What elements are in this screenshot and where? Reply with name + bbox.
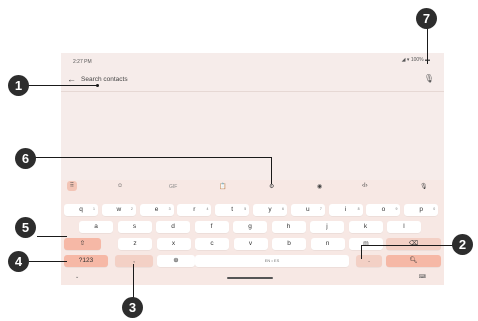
status-bar: 2:27 PM ◢ ▾ 100% ▬ [61, 53, 444, 67]
key-number-hint: 1 [93, 207, 95, 211]
key-v[interactable]: v [233, 238, 268, 250]
key-n[interactable]: n [310, 238, 345, 250]
key-r[interactable]: r4 [177, 204, 212, 216]
key-w[interactable]: w2 [101, 204, 136, 216]
search-bar: ← Search contacts 🎙 [61, 69, 444, 92]
key-e[interactable]: e3 [139, 204, 174, 216]
apps-grid-icon[interactable]: ⠿ [67, 181, 77, 191]
key-t[interactable]: t5 [215, 204, 250, 216]
key-z[interactable]: z [118, 238, 152, 250]
cursor-control-icon[interactable]: ‹I› [362, 183, 368, 189]
key-number-hint: 5 [244, 207, 247, 211]
key-number-hint: 8 [357, 207, 360, 211]
back-arrow-icon[interactable]: ← [67, 74, 76, 84]
search-input[interactable]: Search contacts [81, 76, 128, 83]
callout-4-line [29, 261, 67, 262]
callout-6-line [35, 157, 272, 158]
key-y[interactable]: y6 [253, 204, 287, 216]
key-g[interactable]: g [233, 221, 267, 233]
sticker-icon[interactable]: ☺ [117, 183, 123, 189]
chevron-down-icon[interactable]: ⌄ [75, 274, 79, 280]
key-f[interactable]: f [194, 221, 229, 233]
key-number-hint: 4 [206, 207, 209, 211]
settings-gear-icon[interactable]: ⚙ [269, 183, 274, 190]
symbols-key[interactable]: ?123 [64, 255, 108, 267]
callout-2-line [361, 245, 454, 246]
callout-6-drop [271, 157, 272, 184]
shift-key[interactable]: ⇧ [64, 238, 101, 250]
callout-1-line [28, 85, 98, 86]
key-number-hint: 3 [168, 207, 171, 211]
key-j[interactable]: j [310, 221, 344, 233]
key-m[interactable]: m [349, 238, 383, 250]
callout-7: 7 [416, 8, 437, 29]
key-i[interactable]: i8 [328, 204, 363, 216]
navigation-bar: ⌄ ⌨ [61, 274, 444, 285]
key-l[interactable]: l [387, 221, 421, 233]
theme-palette-icon[interactable]: ◉ [317, 183, 322, 190]
key-p[interactable]: p0 [404, 204, 439, 216]
keyboard-switch-icon[interactable]: ⌨ [419, 274, 426, 280]
key-number-hint: 6 [282, 207, 284, 211]
key-q[interactable]: q1 [64, 204, 98, 216]
key-d[interactable]: d [156, 221, 190, 233]
space-key[interactable]: EN • ES [195, 255, 349, 267]
callout-1-dot [96, 84, 99, 87]
callout-6: 6 [15, 148, 36, 169]
period-key[interactable]: . [356, 255, 382, 267]
battery-level: 100% [410, 57, 424, 63]
key-s[interactable]: s [117, 221, 152, 233]
key-number-hint: 7 [319, 207, 322, 211]
voice-search-icon[interactable]: 🎙 [424, 74, 434, 83]
callout-3-line [133, 264, 134, 298]
keyboard-toolbar: ⠿ ☺ GIF 📋 ⚙ ◉ ‹I› 🎙 [61, 180, 444, 194]
key-number-hint: 0 [433, 207, 436, 211]
status-icons: ◢ ▾ 100% ▬ [402, 57, 430, 63]
clipboard-icon[interactable]: 📋 [219, 183, 226, 190]
callout-2-drop [361, 245, 362, 259]
wifi-icon: ▾ [406, 57, 410, 63]
callout-5-line [37, 236, 67, 237]
status-time: 2:27 PM [73, 59, 92, 65]
tablet-screen: 2:27 PM ◢ ▾ 100% ▬ ← Search contacts 🎙 ⠿… [61, 53, 444, 285]
key-u[interactable]: u7 [290, 204, 325, 216]
home-pill[interactable] [227, 277, 273, 279]
voice-input-icon[interactable]: 🎙 [420, 183, 428, 190]
callout-2: 2 [452, 234, 473, 255]
callout-5: 5 [15, 217, 36, 238]
callout-3: 3 [122, 297, 143, 318]
callout-4: 4 [8, 251, 29, 272]
keyboard: ⠿ ☺ GIF 📋 ⚙ ◉ ‹I› 🎙 q1w2e3r4t5y6u7i8o9p0… [61, 180, 444, 285]
key-b[interactable]: b [272, 238, 306, 250]
key-c[interactable]: c [195, 238, 229, 250]
comma-key[interactable]: , [115, 255, 153, 267]
language-globe-icon[interactable]: ⊕ [157, 255, 195, 267]
search-key[interactable]: 🔍︎ [386, 255, 441, 267]
key-x[interactable]: x [156, 238, 191, 250]
key-a[interactable]: a [79, 221, 113, 233]
gif-button[interactable]: GIF [169, 184, 177, 190]
key-h[interactable]: h [271, 221, 306, 233]
key-k[interactable]: k [348, 221, 383, 233]
callout-1: 1 [8, 75, 29, 96]
backspace-key[interactable]: ⌫ [386, 238, 441, 250]
key-o[interactable]: o9 [366, 204, 401, 216]
key-number-hint: 2 [130, 207, 133, 211]
signal-icon: ◢ [401, 57, 406, 63]
key-number-hint: 9 [395, 207, 398, 211]
